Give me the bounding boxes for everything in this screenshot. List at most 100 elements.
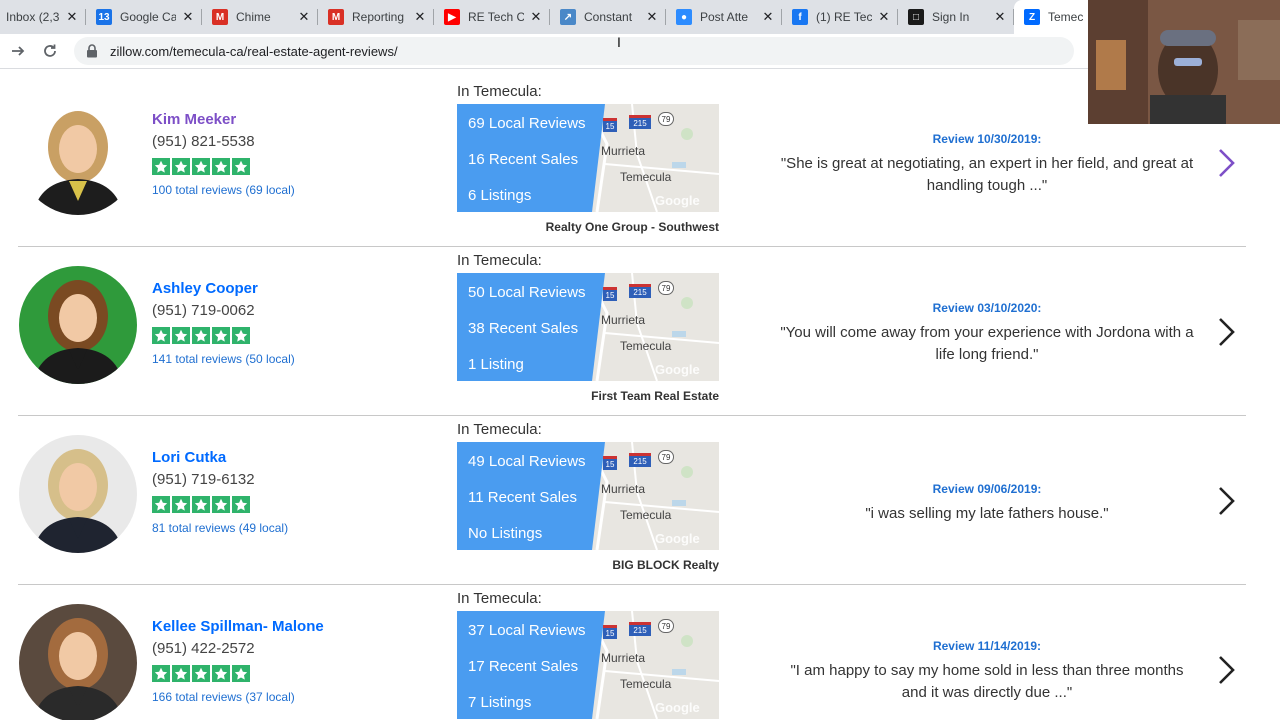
tab-title: (1) RE Tec <box>816 10 872 24</box>
agent-row[interactable]: Kellee Spillman- Malone (951) 422-2572 166… <box>0 584 1280 720</box>
star-icon <box>172 665 190 682</box>
star-icon <box>152 496 170 513</box>
browser-tab[interactable]: □ Sign In ✕ <box>898 0 1014 34</box>
review-text: "i was selling my late fathers house." <box>865 505 1109 522</box>
forward-button[interactable] <box>4 37 32 65</box>
close-tab-icon[interactable]: ✕ <box>992 9 1008 25</box>
review-date: Review 10/30/2019: <box>932 132 1042 146</box>
local-stats-map[interactable]: 49 Local Reviews 11 Recent Sales No Listin… <box>457 442 719 550</box>
browser-tab[interactable]: ▶ RE Tech C ✕ <box>434 0 550 34</box>
browser-tab[interactable]: M Chime ✕ <box>202 0 318 34</box>
total-reviews-link[interactable]: 166 total reviews (37 local) <box>152 690 295 704</box>
star-icon <box>232 496 250 513</box>
star-icon <box>232 158 250 175</box>
map-label-murrieta: Murrieta <box>601 313 646 327</box>
agent-name-link[interactable]: Lori Cutka <box>152 449 226 466</box>
browser-tab[interactable]: f (1) RE Tec ✕ <box>782 0 898 34</box>
close-tab-icon[interactable]: ✕ <box>528 9 544 25</box>
chevron-right-icon[interactable] <box>1215 654 1239 686</box>
highway-79-icon: 79 <box>658 281 674 295</box>
total-reviews-link[interactable]: 81 total reviews (49 local) <box>152 521 288 535</box>
highway-215-icon: 215 <box>629 115 651 129</box>
google-watermark: Google <box>655 700 700 715</box>
agent-phone: (951) 821-5538 <box>152 133 255 150</box>
agent-row[interactable]: Lori Cutka (951) 719-6132 81 total reviews… <box>0 415 1280 584</box>
tab-title: Reporting <box>352 10 405 24</box>
map-label-temecula: Temecula <box>620 677 672 691</box>
close-tab-icon[interactable]: ✕ <box>760 9 776 25</box>
agent-avatar[interactable] <box>19 97 137 215</box>
recent-sales-count: 11 Recent Sales <box>468 489 577 506</box>
text-cursor-icon: I <box>617 34 621 50</box>
close-tab-icon[interactable]: ✕ <box>180 9 196 25</box>
agent-name-link[interactable]: Kellee Spillman- Malone <box>152 618 324 635</box>
listings-count: 7 Listings <box>468 694 532 711</box>
reload-button[interactable] <box>36 37 64 65</box>
star-icon <box>192 665 210 682</box>
gmail-icon: M <box>328 9 344 25</box>
browser-tab[interactable]: ↗ Constant ✕ <box>550 0 666 34</box>
highway-79-icon: 79 <box>658 112 674 126</box>
recent-sales-count: 17 Recent Sales <box>468 658 579 675</box>
star-icon <box>232 327 250 344</box>
close-tab-icon[interactable]: ✕ <box>876 9 892 25</box>
tab-title: Post Atte <box>700 10 749 24</box>
highway-15-icon: 15 <box>603 625 617 639</box>
total-reviews-link[interactable]: 100 total reviews (69 local) <box>152 183 295 197</box>
local-stats-map[interactable]: 69 Local Reviews 16 Recent Sales 6 Listing… <box>457 104 719 212</box>
zoom-icon: ● <box>676 9 692 25</box>
lock-icon <box>86 44 100 58</box>
star-rating <box>152 496 250 513</box>
square-icon: □ <box>908 9 924 25</box>
total-reviews-link[interactable]: 141 total reviews (50 local) <box>152 352 295 366</box>
review-date: Review 11/14/2019: <box>932 639 1042 653</box>
browser-tab[interactable]: Inbox (2,3 ✕ <box>0 0 86 34</box>
close-tab-icon[interactable]: ✕ <box>412 9 428 25</box>
close-tab-icon[interactable]: ✕ <box>64 9 80 25</box>
chevron-right-icon[interactable] <box>1215 485 1239 517</box>
browser-tab[interactable]: 13 Google Ca ✕ <box>86 0 202 34</box>
local-stats-map[interactable]: 37 Local Reviews 17 Recent Sales 7 Listing… <box>457 611 719 719</box>
agent-row[interactable]: Ashley Cooper (951) 719-0062 141 total rev… <box>0 246 1280 415</box>
star-icon <box>212 665 230 682</box>
arrow-right-icon <box>12 46 25 56</box>
in-city-label: In Temecula: <box>457 421 542 438</box>
review-date: Review 03/10/2020: <box>932 301 1042 315</box>
close-tab-icon[interactable]: ✕ <box>644 9 660 25</box>
close-tab-icon[interactable]: ✕ <box>296 9 312 25</box>
agent-avatar[interactable] <box>19 435 137 553</box>
chevron-right-icon[interactable] <box>1215 147 1239 179</box>
star-icon <box>192 327 210 344</box>
listings-count: 6 Listings <box>468 187 532 204</box>
local-stats-map[interactable]: 50 Local Reviews 38 Recent Sales 1 Listing… <box>457 273 719 381</box>
review-text: "I am happy to say my home sold in less … <box>790 662 1184 701</box>
agent-phone: (951) 422-2572 <box>152 640 255 657</box>
review-text: "You will come away from your experience… <box>780 324 1194 363</box>
agent-name-link[interactable]: Ashley Cooper <box>152 280 258 297</box>
map-label-temecula: Temecula <box>620 170 672 184</box>
chevron-right-icon[interactable] <box>1215 316 1239 348</box>
review-text: "She is great at negotiating, an expert … <box>780 155 1194 194</box>
browser-tab[interactable]: ● Post Atte ✕ <box>666 0 782 34</box>
star-icon <box>192 496 210 513</box>
map-label-temecula: Temecula <box>620 339 672 353</box>
browser-tab[interactable]: M Reporting ✕ <box>318 0 434 34</box>
agent-avatar[interactable] <box>19 266 137 384</box>
highway-15-icon: 15 <box>603 287 617 301</box>
broker-name: First Team Real Estate <box>591 389 719 403</box>
agent-name-link[interactable]: Kim Meeker <box>152 111 236 128</box>
highway-215-icon: 215 <box>629 622 651 636</box>
highway-79-icon: 79 <box>658 450 674 464</box>
highway-215-icon: 215 <box>629 284 651 298</box>
webcam-overlay <box>1088 0 1280 124</box>
local-reviews-count: 49 Local Reviews <box>468 453 586 470</box>
agent-avatar[interactable] <box>19 604 137 720</box>
highway-79-icon: 79 <box>658 619 674 633</box>
address-bar[interactable]: zillow.com/temecula-ca/real-estate-agent… <box>74 37 1074 65</box>
in-city-label: In Temecula: <box>457 83 542 100</box>
gmail-icon: M <box>212 9 228 25</box>
star-icon <box>232 665 250 682</box>
tab-title: Google Ca <box>120 10 176 24</box>
highway-215-icon: 215 <box>629 453 651 467</box>
star-icon <box>192 158 210 175</box>
